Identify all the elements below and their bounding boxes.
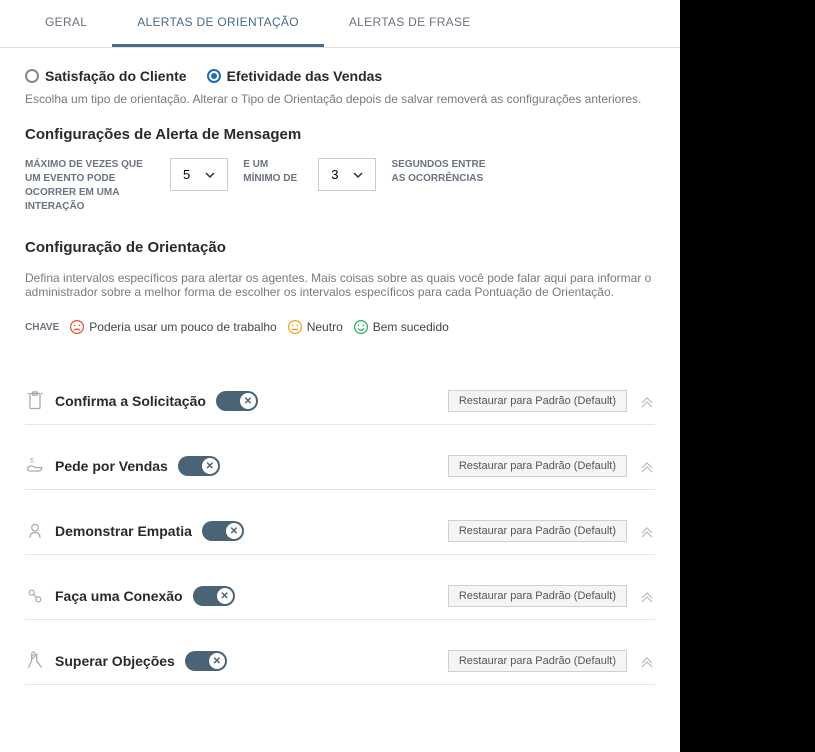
toggle-knob: ✕ — [209, 653, 225, 669]
legend-row: CHAVE Poderia usar um pouco de trabalho … — [25, 319, 655, 335]
restore-default-button[interactable]: Restaurar para Padrão (Default) — [448, 585, 627, 607]
legend-bad-label: Poderia usar um pouco de trabalho — [89, 320, 276, 334]
guidance-title: Demonstrar Empatia — [55, 523, 192, 539]
hurdle-icon — [25, 651, 45, 671]
happy-face-icon — [353, 319, 369, 335]
svg-text:$: $ — [30, 458, 34, 465]
guidance-item-pede-vendas: $ Pede por Vendas ✕ Restaurar para Padrã… — [25, 425, 655, 490]
radio-label: Satisfação do Cliente — [45, 68, 187, 84]
chevron-down-icon — [205, 170, 215, 180]
collapse-icon[interactable] — [639, 458, 655, 474]
orientation-type-group: Satisfação do Cliente Efetividade das Ve… — [25, 68, 655, 84]
select-value: 3 — [331, 167, 338, 182]
legend-neutral: Neutro — [287, 319, 343, 335]
legend-bad: Poderia usar um pouco de trabalho — [69, 319, 276, 335]
radio-icon — [207, 69, 221, 83]
guidance-title: Confirma a Solicitação — [55, 393, 206, 409]
legend-good: Bem sucedido — [353, 319, 449, 335]
guidance-title: Superar Objeções — [55, 653, 175, 669]
legend-neutral-label: Neutro — [307, 320, 343, 334]
max-events-label: MÁXIMO DE VEZES QUE UM EVENTO PODE OCORR… — [25, 158, 155, 214]
guidance-title: Pede por Vendas — [55, 458, 168, 474]
collapse-icon[interactable] — [639, 588, 655, 604]
max-events-select[interactable]: 5 — [170, 158, 228, 191]
alert-settings-row: MÁXIMO DE VEZES QUE UM EVENTO PODE OCORR… — [25, 158, 655, 214]
min-label: E UM MÍNIMO DE — [243, 158, 303, 186]
tabs-bar: GERAL ALERTAS DE ORIENTAÇÃO ALERTAS DE F… — [0, 0, 680, 48]
alert-settings-title: Configurações de Alerta de Mensagem — [25, 126, 655, 143]
chevron-down-icon — [353, 170, 363, 180]
guidance-item-empatia: Demonstrar Empatia ✕ Restaurar para Padr… — [25, 490, 655, 555]
guidance-title: Faça uma Conexão — [55, 588, 183, 604]
toggle-knob: ✕ — [240, 393, 256, 409]
min-seconds-select[interactable]: 3 — [318, 158, 376, 191]
radio-label: Efetividade das Vendas — [227, 68, 383, 84]
collapse-icon[interactable] — [639, 523, 655, 539]
collapse-icon[interactable] — [639, 653, 655, 669]
guidance-item-conexao: Faça uma Conexão ✕ Restaurar para Padrão… — [25, 555, 655, 620]
neutral-face-icon — [287, 319, 303, 335]
legend-key-label: CHAVE — [25, 322, 59, 333]
guidance-item-objecoes: Superar Objeções ✕ Restaurar para Padrão… — [25, 620, 655, 685]
sad-face-icon — [69, 319, 85, 335]
toggle-knob: ✕ — [217, 588, 233, 604]
clipboard-icon — [25, 391, 45, 411]
seconds-between-label: SEGUNDOS ENTRE AS OCORRÊNCIAS — [391, 158, 491, 186]
guidance-config-title: Configuração de Orientação — [25, 239, 655, 256]
guidance-item-confirma: Confirma a Solicitação ✕ Restaurar para … — [25, 360, 655, 425]
restore-default-button[interactable]: Restaurar para Padrão (Default) — [448, 520, 627, 542]
legend-good-label: Bem sucedido — [373, 320, 449, 334]
toggle-confirma[interactable]: ✕ — [216, 391, 258, 411]
radio-efetividade-vendas[interactable]: Efetividade das Vendas — [207, 68, 383, 84]
restore-default-button[interactable]: Restaurar para Padrão (Default) — [448, 455, 627, 477]
radio-icon — [25, 69, 39, 83]
tab-alertas-orientacao[interactable]: ALERTAS DE ORIENTAÇÃO — [112, 0, 324, 47]
restore-default-button[interactable]: Restaurar para Padrão (Default) — [448, 650, 627, 672]
guidance-config-help: Defina intervalos específicos para alert… — [25, 271, 655, 299]
collapse-icon[interactable] — [639, 393, 655, 409]
toggle-objecoes[interactable]: ✕ — [185, 651, 227, 671]
select-value: 5 — [183, 167, 190, 182]
empathy-icon — [25, 521, 45, 541]
toggle-conexao[interactable]: ✕ — [193, 586, 235, 606]
toggle-pede-vendas[interactable]: ✕ — [178, 456, 220, 476]
dollar-hand-icon: $ — [25, 456, 45, 476]
toggle-knob: ✕ — [226, 523, 242, 539]
tab-alertas-frase[interactable]: ALERTAS DE FRASE — [324, 0, 496, 47]
radio-satisfacao-cliente[interactable]: Satisfação do Cliente — [25, 68, 187, 84]
orientation-help-text: Escolha um tipo de orientação. Alterar o… — [25, 92, 655, 106]
connection-icon — [25, 586, 45, 606]
toggle-knob: ✕ — [202, 458, 218, 474]
restore-default-button[interactable]: Restaurar para Padrão (Default) — [448, 390, 627, 412]
tab-geral[interactable]: GERAL — [20, 0, 112, 47]
toggle-empatia[interactable]: ✕ — [202, 521, 244, 541]
